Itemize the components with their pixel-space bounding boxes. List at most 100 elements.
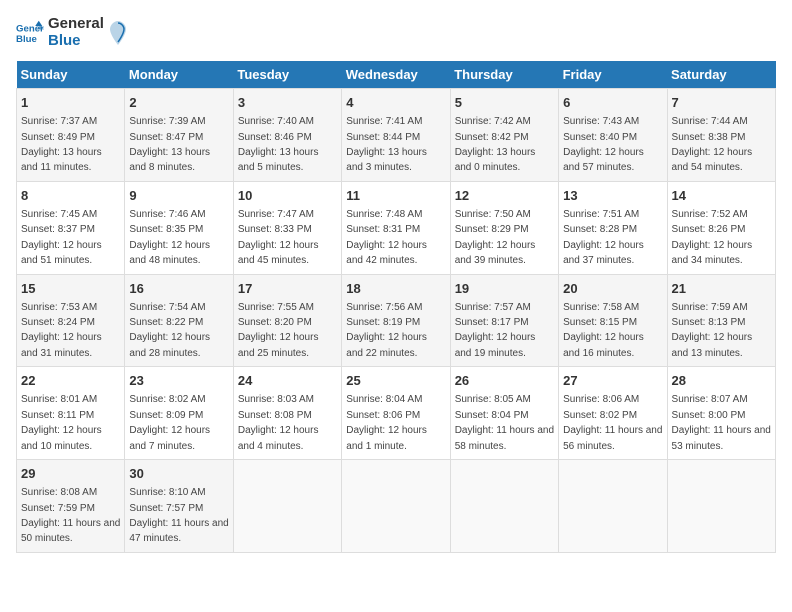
sunrise-info: Sunrise: 7:59 AM — [672, 302, 748, 313]
sunrise-info: Sunrise: 8:10 AM — [129, 487, 205, 498]
daylight-label: Daylight: 12 hours and 31 minutes. — [21, 332, 102, 358]
day-number: 28 — [672, 372, 771, 390]
logo-blue: Blue — [48, 33, 104, 50]
daylight-label: Daylight: 13 hours and 3 minutes. — [346, 147, 427, 173]
calendar-week-3: 15Sunrise: 7:53 AMSunset: 8:24 PMDayligh… — [17, 274, 776, 367]
calendar-cell — [559, 460, 667, 553]
sunrise-info: Sunrise: 7:54 AM — [129, 302, 205, 313]
sunrise-info: Sunrise: 8:04 AM — [346, 394, 422, 405]
daylight-label: Daylight: 12 hours and 10 minutes. — [21, 425, 102, 451]
calendar-cell — [342, 460, 450, 553]
sunrise-info: Sunrise: 7:47 AM — [238, 209, 314, 220]
day-number: 7 — [672, 94, 771, 112]
day-number: 10 — [238, 187, 337, 205]
sunset-info: Sunset: 8:15 PM — [563, 317, 637, 328]
sunrise-info: Sunrise: 8:03 AM — [238, 394, 314, 405]
calendar-cell — [233, 460, 341, 553]
sunrise-info: Sunrise: 7:55 AM — [238, 302, 314, 313]
daylight-label: Daylight: 13 hours and 8 minutes. — [129, 147, 210, 173]
day-number: 1 — [21, 94, 120, 112]
calendar-cell: 22Sunrise: 8:01 AMSunset: 8:11 PMDayligh… — [17, 367, 125, 460]
sunset-info: Sunset: 7:57 PM — [129, 503, 203, 514]
day-number: 22 — [21, 372, 120, 390]
calendar-cell: 11Sunrise: 7:48 AMSunset: 8:31 PMDayligh… — [342, 181, 450, 274]
calendar-cell — [667, 460, 775, 553]
calendar-cell: 25Sunrise: 8:04 AMSunset: 8:06 PMDayligh… — [342, 367, 450, 460]
sunset-info: Sunset: 8:13 PM — [672, 317, 746, 328]
sunrise-info: Sunrise: 7:48 AM — [346, 209, 422, 220]
day-number: 23 — [129, 372, 228, 390]
sunset-info: Sunset: 8:19 PM — [346, 317, 420, 328]
calendar-cell: 1Sunrise: 7:37 AMSunset: 8:49 PMDaylight… — [17, 89, 125, 182]
daylight-label: Daylight: 12 hours and 34 minutes. — [672, 240, 753, 266]
sunrise-info: Sunrise: 8:01 AM — [21, 394, 97, 405]
day-number: 20 — [563, 280, 662, 298]
calendar-cell: 29Sunrise: 8:08 AMSunset: 7:59 PMDayligh… — [17, 460, 125, 553]
calendar-cell: 14Sunrise: 7:52 AMSunset: 8:26 PMDayligh… — [667, 181, 775, 274]
daylight-label: Daylight: 12 hours and 25 minutes. — [238, 332, 319, 358]
day-number: 30 — [129, 465, 228, 483]
weekday-row: SundayMondayTuesdayWednesdayThursdayFrid… — [17, 61, 776, 89]
sunrise-info: Sunrise: 8:08 AM — [21, 487, 97, 498]
day-number: 18 — [346, 280, 445, 298]
day-number: 27 — [563, 372, 662, 390]
sunrise-info: Sunrise: 7:41 AM — [346, 116, 422, 127]
day-number: 21 — [672, 280, 771, 298]
daylight-label: Daylight: 12 hours and 39 minutes. — [455, 240, 536, 266]
weekday-header-monday: Monday — [125, 61, 233, 89]
sunrise-info: Sunrise: 7:39 AM — [129, 116, 205, 127]
calendar-header: SundayMondayTuesdayWednesdayThursdayFrid… — [17, 61, 776, 89]
logo-general: General — [48, 16, 104, 33]
calendar-cell: 5Sunrise: 7:42 AMSunset: 8:42 PMDaylight… — [450, 89, 558, 182]
day-number: 24 — [238, 372, 337, 390]
calendar-cell: 12Sunrise: 7:50 AMSunset: 8:29 PMDayligh… — [450, 181, 558, 274]
daylight-label: Daylight: 12 hours and 45 minutes. — [238, 240, 319, 266]
daylight-label: Daylight: 12 hours and 4 minutes. — [238, 425, 319, 451]
daylight-label: Daylight: 12 hours and 1 minute. — [346, 425, 427, 451]
daylight-label: Daylight: 12 hours and 19 minutes. — [455, 332, 536, 358]
daylight-label: Daylight: 13 hours and 11 minutes. — [21, 147, 102, 173]
daylight-label: Daylight: 12 hours and 16 minutes. — [563, 332, 644, 358]
daylight-label: Daylight: 12 hours and 28 minutes. — [129, 332, 210, 358]
sunset-info: Sunset: 8:42 PM — [455, 132, 529, 143]
weekday-header-saturday: Saturday — [667, 61, 775, 89]
calendar-cell: 10Sunrise: 7:47 AMSunset: 8:33 PMDayligh… — [233, 181, 341, 274]
sunset-info: Sunset: 8:22 PM — [129, 317, 203, 328]
calendar-cell: 19Sunrise: 7:57 AMSunset: 8:17 PMDayligh… — [450, 274, 558, 367]
calendar-cell: 9Sunrise: 7:46 AMSunset: 8:35 PMDaylight… — [125, 181, 233, 274]
daylight-label: Daylight: 11 hours and 50 minutes. — [21, 518, 120, 544]
daylight-label: Daylight: 12 hours and 13 minutes. — [672, 332, 753, 358]
daylight-label: Daylight: 12 hours and 57 minutes. — [563, 147, 644, 173]
svg-text:Blue: Blue — [16, 33, 37, 44]
sunset-info: Sunset: 8:08 PM — [238, 410, 312, 421]
calendar-cell: 18Sunrise: 7:56 AMSunset: 8:19 PMDayligh… — [342, 274, 450, 367]
daylight-label: Daylight: 11 hours and 53 minutes. — [672, 425, 771, 451]
calendar-cell: 13Sunrise: 7:51 AMSunset: 8:28 PMDayligh… — [559, 181, 667, 274]
day-number: 26 — [455, 372, 554, 390]
daylight-label: Daylight: 12 hours and 37 minutes. — [563, 240, 644, 266]
calendar-cell: 4Sunrise: 7:41 AMSunset: 8:44 PMDaylight… — [342, 89, 450, 182]
day-number: 2 — [129, 94, 228, 112]
daylight-label: Daylight: 13 hours and 0 minutes. — [455, 147, 536, 173]
calendar-week-5: 29Sunrise: 8:08 AMSunset: 7:59 PMDayligh… — [17, 460, 776, 553]
sunset-info: Sunset: 8:46 PM — [238, 132, 312, 143]
calendar-cell: 3Sunrise: 7:40 AMSunset: 8:46 PMDaylight… — [233, 89, 341, 182]
sunset-info: Sunset: 8:28 PM — [563, 224, 637, 235]
calendar-cell: 30Sunrise: 8:10 AMSunset: 7:57 PMDayligh… — [125, 460, 233, 553]
daylight-label: Daylight: 11 hours and 58 minutes. — [455, 425, 554, 451]
sunrise-info: Sunrise: 7:53 AM — [21, 302, 97, 313]
sunset-info: Sunset: 8:44 PM — [346, 132, 420, 143]
sunset-info: Sunset: 8:04 PM — [455, 410, 529, 421]
sunrise-info: Sunrise: 8:02 AM — [129, 394, 205, 405]
sunrise-info: Sunrise: 7:45 AM — [21, 209, 97, 220]
logo-icon: General Blue — [16, 19, 44, 47]
sunset-info: Sunset: 8:09 PM — [129, 410, 203, 421]
daylight-label: Daylight: 12 hours and 22 minutes. — [346, 332, 427, 358]
calendar-cell: 7Sunrise: 7:44 AMSunset: 8:38 PMDaylight… — [667, 89, 775, 182]
sunrise-info: Sunrise: 7:40 AM — [238, 116, 314, 127]
day-number: 14 — [672, 187, 771, 205]
weekday-header-tuesday: Tuesday — [233, 61, 341, 89]
calendar-table: SundayMondayTuesdayWednesdayThursdayFrid… — [16, 61, 776, 553]
weekday-header-sunday: Sunday — [17, 61, 125, 89]
sunrise-info: Sunrise: 8:07 AM — [672, 394, 748, 405]
